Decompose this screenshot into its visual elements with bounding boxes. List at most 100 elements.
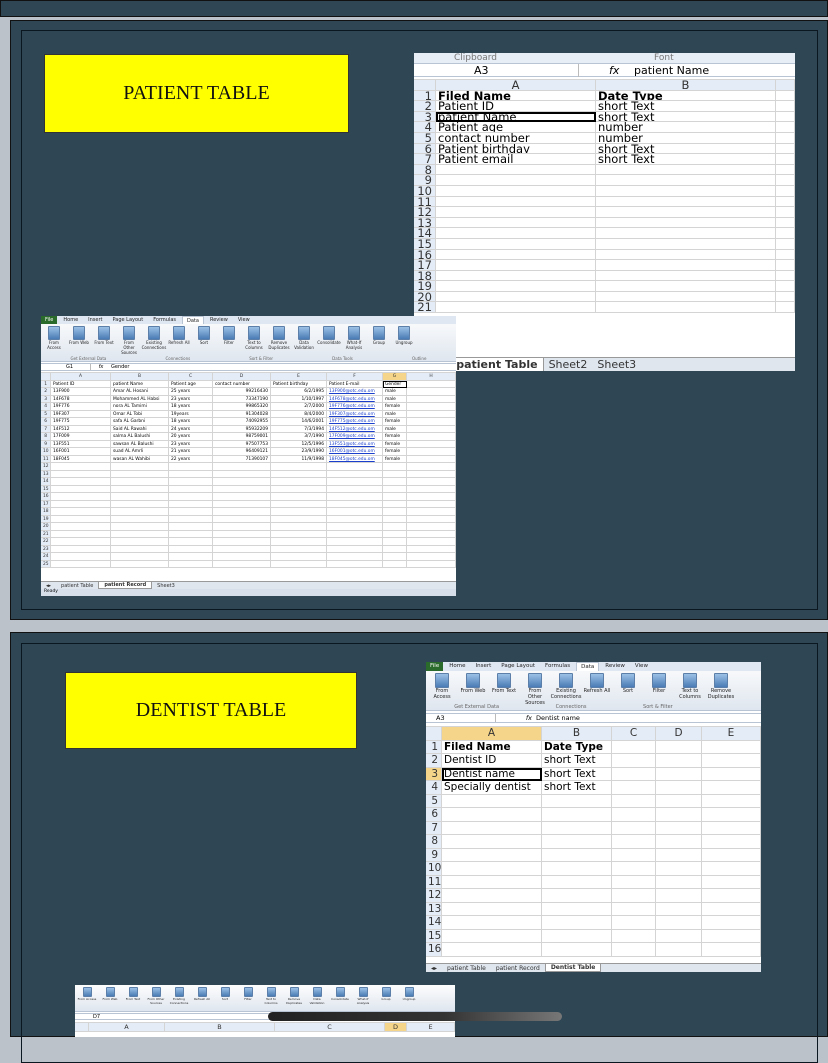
table-cell[interactable] [407, 455, 456, 463]
row-header[interactable]: 9 [426, 848, 442, 862]
table-cell[interactable] [407, 433, 456, 441]
name-box[interactable]: G1 [41, 364, 91, 370]
ribbon-button[interactable]: From Text [93, 326, 115, 345]
row-header[interactable]: 1 [426, 740, 442, 754]
table-cell[interactable] [213, 538, 271, 546]
table-cell[interactable] [776, 238, 795, 250]
table-cell[interactable] [407, 493, 456, 501]
table-cell[interactable] [656, 862, 702, 876]
row-header[interactable]: 18 [414, 270, 436, 282]
table-cell[interactable]: 19F776@otc.edu.om [327, 403, 383, 411]
table-cell[interactable]: sawsan AL Balushi [111, 440, 169, 448]
table-cell[interactable] [612, 808, 656, 822]
table-cell[interactable] [702, 875, 761, 889]
row-header[interactable]: 3 [41, 395, 51, 403]
menu-review[interactable]: Review [601, 662, 629, 671]
table-cell[interactable] [542, 916, 612, 930]
row-header[interactable]: 16 [426, 943, 442, 957]
table-cell[interactable]: male [383, 388, 407, 396]
menu-data[interactable]: Data [576, 662, 600, 671]
ribbon-button[interactable]: Text to Columns [261, 987, 281, 1005]
table-cell[interactable] [702, 740, 761, 754]
table-cell[interactable] [776, 196, 795, 208]
table-cell[interactable] [596, 291, 776, 303]
table-cell[interactable] [51, 538, 111, 546]
table-cell[interactable]: female [383, 440, 407, 448]
table-cell[interactable] [596, 302, 776, 314]
table-cell[interactable] [596, 281, 776, 292]
row-header[interactable]: 23 [41, 545, 51, 553]
row-header[interactable]: 19 [41, 515, 51, 523]
table-cell[interactable] [702, 781, 761, 795]
table-cell[interactable] [776, 111, 795, 123]
ribbon-button[interactable]: Remove Duplicates [284, 987, 304, 1005]
table-cell[interactable] [442, 889, 542, 903]
column-header[interactable]: B [111, 373, 169, 381]
table-cell[interactable] [111, 545, 169, 553]
table-cell[interactable] [407, 560, 456, 568]
table-cell[interactable]: female [383, 418, 407, 426]
table-cell[interactable] [656, 808, 702, 822]
table-cell[interactable]: 19F307 [51, 410, 111, 418]
scroll-indicator[interactable] [268, 1012, 562, 1021]
table-cell[interactable] [612, 862, 656, 876]
table-cell[interactable] [612, 740, 656, 754]
table-cell[interactable] [383, 530, 407, 538]
formula-input[interactable]: Gender [111, 364, 129, 370]
table-cell[interactable] [612, 902, 656, 916]
table-cell[interactable] [656, 794, 702, 808]
table-cell[interactable]: Omar AL Tobi [111, 410, 169, 418]
table-cell[interactable] [169, 485, 213, 493]
table-cell[interactable] [111, 500, 169, 508]
row-header[interactable]: 3 [426, 767, 442, 781]
table-cell[interactable] [51, 508, 111, 516]
table-cell[interactable] [656, 781, 702, 795]
table-cell[interactable] [169, 478, 213, 486]
ribbon-button[interactable]: Refresh All [168, 326, 190, 345]
table-cell[interactable]: 23/9/1990 [271, 448, 327, 456]
sheet-tab-patient-table[interactable]: patient Table [450, 357, 544, 371]
row-header[interactable]: 21 [414, 302, 436, 314]
table-cell[interactable] [407, 508, 456, 516]
table-cell[interactable] [383, 515, 407, 523]
table-cell[interactable] [407, 500, 456, 508]
table-cell[interactable]: 19F307@otc.edu.om [327, 410, 383, 418]
table-cell[interactable] [169, 545, 213, 553]
ribbon-button[interactable]: What-If Analysis [343, 326, 365, 350]
table-cell[interactable] [436, 196, 596, 208]
table-cell[interactable] [111, 523, 169, 531]
row-header[interactable]: 10 [426, 862, 442, 876]
row-header[interactable]: 7 [414, 154, 436, 165]
menu-insert[interactable]: Insert [84, 316, 106, 324]
table-cell[interactable]: 3/7/1990 [271, 433, 327, 441]
table-cell[interactable] [442, 875, 542, 889]
menu-page-layout[interactable]: Page Layout [497, 662, 539, 671]
table-cell[interactable] [776, 143, 795, 155]
formula-input[interactable]: Dentist name [536, 714, 580, 722]
table-cell[interactable]: 95932209 [213, 425, 271, 433]
menu-data[interactable]: Data [182, 316, 204, 324]
table-cell[interactable] [776, 249, 795, 261]
table-cell[interactable] [383, 508, 407, 516]
table-cell[interactable] [442, 835, 542, 849]
column-header[interactable]: E [407, 1023, 455, 1032]
table-cell[interactable] [213, 485, 271, 493]
table-cell[interactable]: 19F776 [51, 403, 111, 411]
table-cell[interactable]: contact number [436, 132, 596, 144]
table-cell[interactable]: short Text [542, 754, 612, 768]
row-header[interactable]: 14 [426, 916, 442, 930]
table-cell[interactable]: number [596, 132, 776, 144]
table-cell[interactable] [51, 478, 111, 486]
table-cell[interactable] [612, 929, 656, 943]
table-cell[interactable] [327, 523, 383, 531]
table-cell[interactable] [442, 808, 542, 822]
table-cell[interactable] [436, 249, 596, 261]
table-cell[interactable]: 13F900@otc.edu.om [327, 388, 383, 396]
table-cell[interactable] [407, 448, 456, 456]
table-cell[interactable]: 23 years [169, 440, 213, 448]
ribbon-button[interactable]: Ungroup [399, 987, 419, 1001]
table-cell[interactable]: 6/2/1995 [271, 388, 327, 396]
table-cell[interactable] [407, 425, 456, 433]
table-cell[interactable] [327, 478, 383, 486]
row-header[interactable]: 22 [41, 538, 51, 546]
